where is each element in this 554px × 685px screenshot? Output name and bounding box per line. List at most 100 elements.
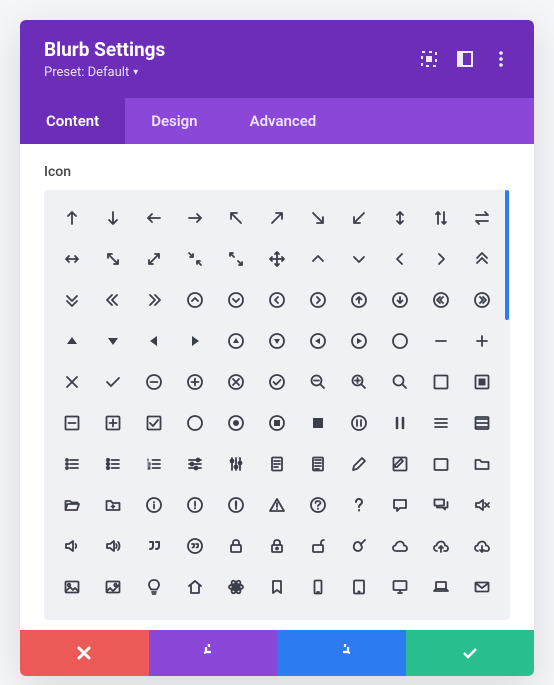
tri-left-icon[interactable] [134, 321, 175, 362]
expand-icon[interactable] [420, 50, 438, 68]
cursor-icon[interactable] [420, 607, 461, 620]
stop-solid-icon[interactable] [298, 403, 339, 444]
redo-button[interactable] [277, 630, 406, 676]
quote-right-icon[interactable] [134, 525, 175, 566]
confirm-button[interactable] [406, 630, 535, 676]
circle-tri-up-icon[interactable] [216, 321, 257, 362]
tag-icon[interactable] [298, 607, 339, 620]
arrow-down-left-icon[interactable] [338, 198, 379, 239]
arrow-swap-icon[interactable] [461, 198, 502, 239]
arrow-up-icon[interactable] [52, 198, 93, 239]
circle-minus-icon[interactable] [134, 362, 175, 403]
circle-up-icon[interactable] [175, 280, 216, 321]
tri-down-icon[interactable] [93, 321, 134, 362]
search-icon[interactable] [379, 362, 420, 403]
comments-icon[interactable] [420, 484, 461, 525]
panel-icon[interactable] [456, 50, 474, 68]
credit-card-icon[interactable] [175, 607, 216, 620]
dot-circle-icon[interactable] [216, 403, 257, 444]
icon-picker[interactable] [44, 190, 510, 620]
cloud-icon[interactable] [379, 525, 420, 566]
paperclip-icon[interactable] [257, 607, 298, 620]
tab-advanced[interactable]: Advanced [224, 98, 343, 144]
kebab-icon[interactable] [492, 50, 510, 68]
list-ol-icon[interactable] [134, 444, 175, 485]
chev-right-icon[interactable] [420, 239, 461, 280]
circle-dbl-right-icon[interactable] [461, 280, 502, 321]
plus-icon[interactable] [461, 321, 502, 362]
arrow-up-right-icon[interactable] [257, 198, 298, 239]
check-icon[interactable] [93, 362, 134, 403]
lock-icon[interactable] [216, 525, 257, 566]
circle-plus-icon[interactable] [175, 362, 216, 403]
chev-double-up-icon[interactable] [461, 239, 502, 280]
zoom-out-icon[interactable] [298, 362, 339, 403]
stop-circle-icon[interactable] [257, 403, 298, 444]
circle-dbl-left-icon[interactable] [420, 280, 461, 321]
cone-icon[interactable] [52, 607, 93, 620]
times-icon[interactable] [52, 362, 93, 403]
edit-square-icon[interactable] [379, 444, 420, 485]
expand-out-icon[interactable] [93, 239, 134, 280]
volume-low-icon[interactable] [52, 525, 93, 566]
chev-down-icon[interactable] [338, 239, 379, 280]
atom-icon[interactable] [216, 566, 257, 607]
laptop-icon[interactable] [420, 566, 461, 607]
close-button[interactable] [20, 630, 149, 676]
exclaim-alt-icon[interactable] [216, 484, 257, 525]
cloud-down-icon[interactable] [461, 525, 502, 566]
chev-up-icon[interactable] [298, 239, 339, 280]
arrow-right-icon[interactable] [175, 198, 216, 239]
cart-icon[interactable] [216, 607, 257, 620]
image-icon[interactable] [52, 566, 93, 607]
circle-left-icon[interactable] [257, 280, 298, 321]
exclaim-circle-icon[interactable] [175, 484, 216, 525]
list-bullets-icon[interactable] [52, 444, 93, 485]
lightbulb-icon[interactable] [134, 566, 175, 607]
minus-square-icon[interactable] [52, 403, 93, 444]
undo-button[interactable] [149, 630, 278, 676]
move-cross-icon[interactable] [257, 239, 298, 280]
square-icon[interactable] [420, 362, 461, 403]
circle-down-alt-icon[interactable] [379, 280, 420, 321]
arrow-left-icon[interactable] [134, 198, 175, 239]
circle-tri-left-icon[interactable] [298, 321, 339, 362]
arrow-up-left-icon[interactable] [216, 198, 257, 239]
arrow-vertical-icon[interactable] [379, 198, 420, 239]
file-text-icon[interactable] [257, 444, 298, 485]
mobile-icon[interactable] [298, 566, 339, 607]
circle-thin-icon[interactable] [379, 321, 420, 362]
pause-circle-icon[interactable] [338, 403, 379, 444]
pencil-icon[interactable] [338, 444, 379, 485]
clipboard-icon[interactable] [134, 607, 175, 620]
menu-bars-icon[interactable] [420, 403, 461, 444]
folder-icon[interactable] [461, 444, 502, 485]
file-alt-icon[interactable] [298, 444, 339, 485]
folder-plus-icon[interactable] [93, 484, 134, 525]
bookmark-icon[interactable] [257, 566, 298, 607]
tags-icon[interactable] [338, 607, 379, 620]
tab-design[interactable]: Design [125, 98, 223, 144]
warning-tri-icon[interactable] [257, 484, 298, 525]
info-circle-icon[interactable] [134, 484, 175, 525]
cloud-up-icon[interactable] [420, 525, 461, 566]
plus-square-icon[interactable] [93, 403, 134, 444]
minus-icon[interactable] [420, 321, 461, 362]
arrow-down-icon[interactable] [93, 198, 134, 239]
bookmark-o-icon[interactable] [93, 607, 134, 620]
chev-left-icon[interactable] [379, 239, 420, 280]
zoom-in-icon[interactable] [338, 362, 379, 403]
list-lines-icon[interactable] [461, 403, 502, 444]
question-circle-icon[interactable] [298, 484, 339, 525]
tab-content[interactable]: Content [20, 98, 125, 144]
circle-o-icon[interactable] [175, 403, 216, 444]
circle-tri-right-icon[interactable] [338, 321, 379, 362]
tri-up-icon[interactable] [52, 321, 93, 362]
chev-double-right-icon[interactable] [134, 280, 175, 321]
circle-right-icon[interactable] [298, 280, 339, 321]
image-alt-icon[interactable] [93, 566, 134, 607]
monitor-icon[interactable] [379, 566, 420, 607]
check-square-icon[interactable] [134, 403, 175, 444]
preset-dropdown[interactable]: Preset: Default [44, 65, 165, 80]
envelope-icon[interactable] [461, 566, 502, 607]
